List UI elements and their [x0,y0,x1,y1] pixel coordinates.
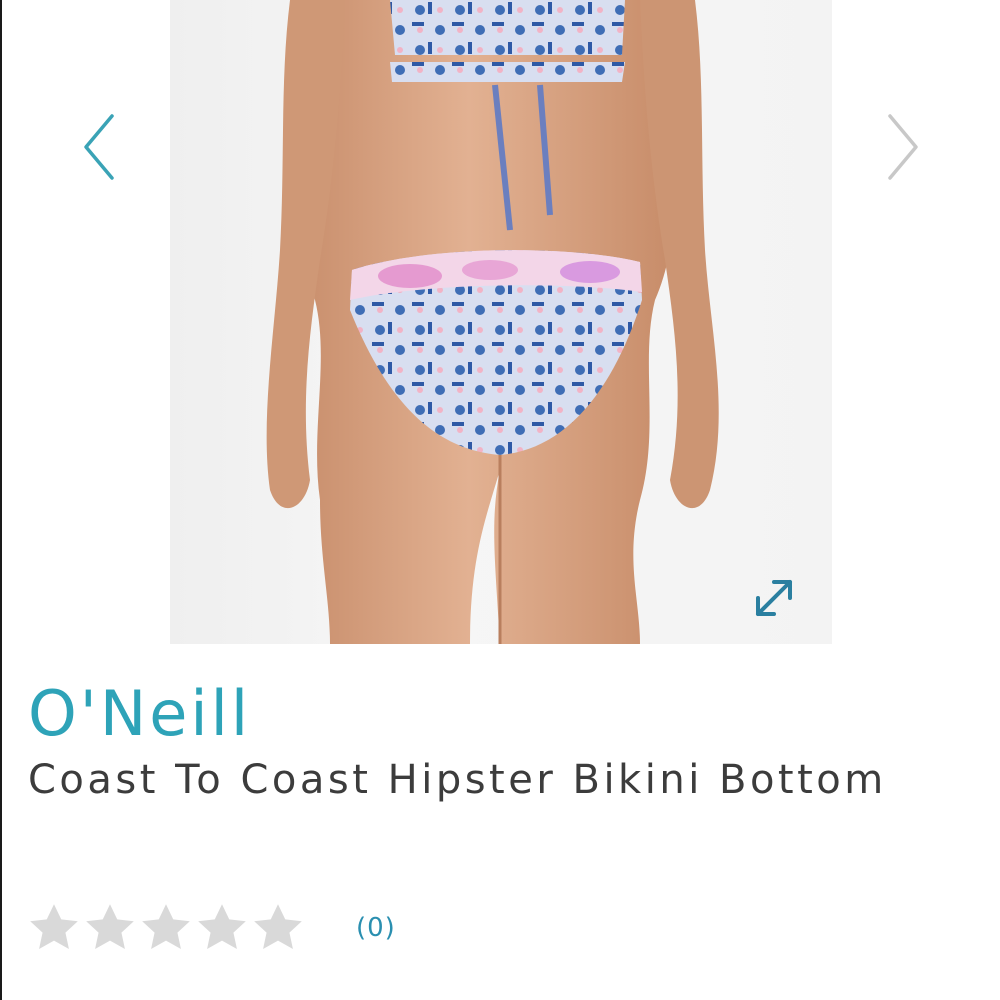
review-count-link[interactable]: (0) [356,913,396,943]
left-edge-border [0,0,2,1000]
product-image[interactable] [170,0,832,644]
star-empty-icon [30,904,78,949]
product-title: Coast To Coast Hipster Bikini Bottom [28,757,887,803]
previous-image-button[interactable] [80,112,120,182]
expand-icon [756,580,792,616]
product-photo [266,0,719,644]
chevron-right-icon [888,114,918,180]
brand-name[interactable]: O'Neill [28,676,251,752]
star-empty-icon [142,904,190,949]
next-image-button[interactable] [882,112,922,182]
chevron-left-icon [84,114,114,180]
expand-image-button[interactable] [752,576,796,620]
star-empty-icon [86,904,134,949]
star-empty-icon [198,904,246,949]
rating-row[interactable]: (0) [26,898,396,958]
star-empty-icon [254,904,302,949]
star-rating [26,900,306,956]
